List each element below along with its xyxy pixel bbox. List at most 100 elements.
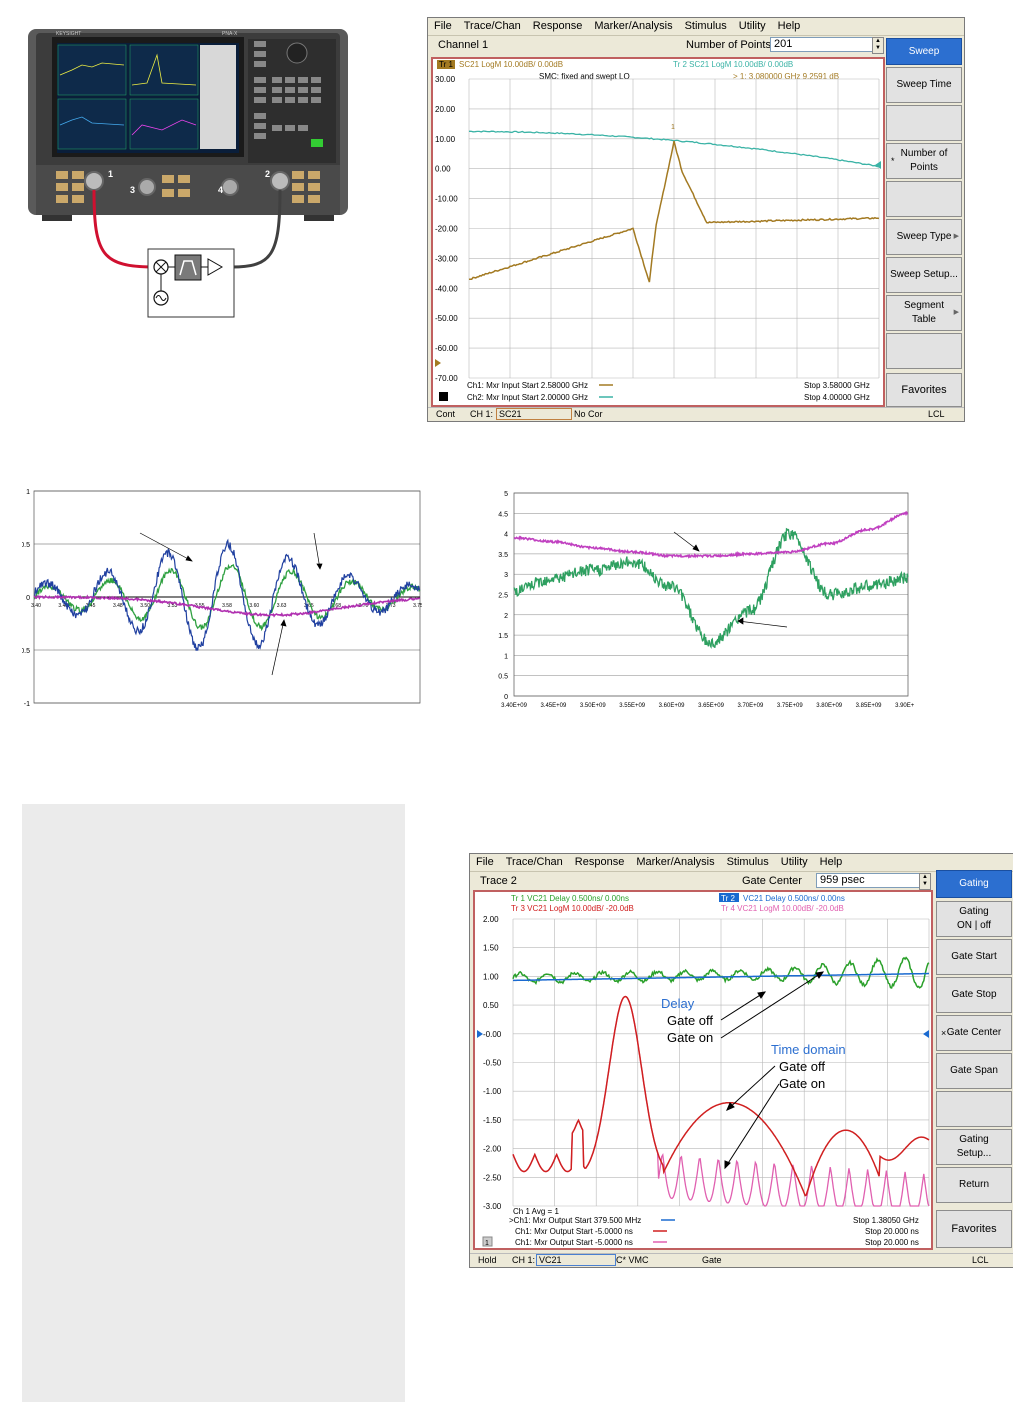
y-tick-label: -1.50 — [483, 1116, 502, 1125]
trace1-tag: Tr 1 — [439, 60, 453, 69]
softkey-sweep-type-label: Sweep Type — [896, 231, 952, 242]
menu-file[interactable]: File — [470, 854, 500, 871]
model-badge: PNA-X — [222, 31, 238, 37]
menu-trace-chan[interactable]: Trace/Chan — [500, 854, 569, 871]
gate-center-label: Gate Center — [742, 875, 802, 887]
points-input[interactable]: 201 — [770, 37, 875, 52]
x-tick-label: 3.45E+09 — [540, 703, 567, 709]
x-tick-label: 3.40E+09 — [501, 703, 528, 709]
y-tick-label: 1.5 — [498, 633, 508, 640]
status-sweep-mode: Hold — [478, 1255, 497, 1265]
menu-help[interactable]: Help — [814, 854, 849, 871]
softkey-sweep-time[interactable]: Sweep Time — [886, 67, 962, 103]
menu-file[interactable]: File — [428, 18, 458, 35]
menu-stimulus[interactable]: Stimulus — [679, 18, 733, 35]
status-correction: C* VMC — [616, 1255, 649, 1265]
softkey-blank-2[interactable] — [886, 181, 962, 217]
x-tick-label: 3.55E+09 — [619, 703, 646, 709]
annotation-gate-on-delay: Gate on — [667, 1030, 713, 1045]
softkey-blank-1[interactable] — [886, 105, 962, 141]
trace1-label: SC21 LogM 10.00dB/ 0.00dB — [459, 60, 563, 69]
port-2-label: 2 — [265, 169, 270, 179]
y-tick-label: -60.00 — [435, 344, 458, 353]
trace-label: Trace 2 — [480, 875, 517, 887]
menu-marker-analysis[interactable]: Marker/Analysis — [588, 18, 678, 35]
group-delay-chart: 5 4.5 4 3.5 3 2.5 2 1.5 1 0.5 0 3.40E+09 3.45E+09 3.… — [498, 491, 914, 709]
status-lcl: LCL — [928, 409, 945, 419]
softkey-gating-setup[interactable]: Gating Setup... — [936, 1129, 1012, 1165]
x-tick-label: 3.40 — [31, 603, 41, 609]
softkey-gate-start[interactable]: Gate Start — [936, 939, 1012, 975]
x-tick-label: 3.65E+09 — [698, 703, 725, 709]
marker-readout: > 1: 3.080000 GHz 9.2591 dB — [733, 72, 839, 81]
annotation-gate-on-time: Gate on — [779, 1076, 825, 1091]
trace2-tag: Tr 2 — [721, 894, 735, 903]
y-tick-label: -1 — [24, 701, 30, 708]
softkey-segment-table[interactable]: Segment Table ▶ — [886, 295, 962, 331]
gate-center-spinner[interactable]: ▲ ▼ — [919, 873, 931, 890]
filter-icon — [174, 254, 202, 281]
annotation-time-domain: Time domain — [771, 1042, 846, 1057]
softkey-gate-center-label: Gate Center — [946, 1027, 1002, 1038]
y-tick-label: -20.00 — [435, 225, 458, 234]
channel-label: Channel 1 — [438, 39, 489, 51]
menu-marker-analysis[interactable]: Marker/Analysis — [630, 854, 720, 871]
softkey-sweep[interactable]: Sweep — [886, 38, 962, 65]
legend-line-2: Ch1: Mxr Output Start -5.0000 ns — [515, 1227, 633, 1236]
y-tick-label: 1.00 — [483, 972, 499, 981]
vna-window-sweep: File Trace/Chan Response Marker/Analysis… — [427, 17, 965, 422]
y-tick-label: 1 — [26, 489, 30, 496]
annotation-gate-off-delay: Gate off — [667, 1013, 713, 1028]
y-tick-label: -0.5 — [22, 648, 30, 655]
points-spinner[interactable]: ▲ ▼ — [872, 37, 884, 54]
softkey-favorites[interactable]: Favorites — [886, 373, 962, 407]
softkey-sweep-setup[interactable]: Sweep Setup... — [886, 257, 962, 293]
instrument-photo: KEYSIGHT PNA-X 1 2 3 4 — [28, 29, 348, 318]
y-tick-label: 3.5 — [498, 552, 508, 559]
softkey-blank-3[interactable] — [886, 333, 962, 369]
legend-line-2-stop: Stop 20.000 ns — [865, 1227, 919, 1236]
gate-center-input[interactable]: 959 psec — [816, 873, 921, 888]
y-tick-label: -0.00 — [483, 1030, 502, 1039]
brand-label: KEYSIGHT — [56, 31, 81, 37]
status-correction: No Cor — [574, 409, 603, 419]
menu-help[interactable]: Help — [772, 18, 807, 35]
softkey-gating-on-off[interactable]: Gating ON | off — [936, 901, 1012, 937]
softkey-gate-stop[interactable]: Gate Stop — [936, 977, 1012, 1013]
y-tick-label: 0.5 — [498, 674, 508, 681]
y-tick-label: 0.5 — [22, 542, 30, 549]
y-tick-label: 0 — [504, 694, 508, 701]
x-tick-label: 3.48 — [113, 603, 123, 609]
softkey-number-of-points[interactable]: * Number of Points — [886, 143, 962, 179]
menu-stimulus[interactable]: Stimulus — [721, 854, 775, 871]
y-tick-label: 10.00 — [435, 135, 456, 144]
menu-response[interactable]: Response — [527, 18, 589, 35]
softkey-segment-table-label: Segment Table — [903, 300, 945, 325]
x-tick-label: 3.80E+09 — [816, 703, 843, 709]
softkey-gate-span[interactable]: Gate Span — [936, 1053, 1012, 1089]
trace2-label: Tr 2 SC21 LogM 10.00dB/ 0.00dB — [673, 60, 793, 69]
sidebar-panel — [22, 804, 405, 1402]
legend-line-1: >Ch1: Mxr Output Start 379.500 MHz — [509, 1216, 641, 1225]
status-gate: Gate — [702, 1255, 722, 1265]
softkey-blank[interactable] — [936, 1091, 1012, 1127]
menu-trace-chan[interactable]: Trace/Chan — [458, 18, 527, 35]
plot-area: Tr 1 VC21 Delay 0.500ns/ 0.00ns Tr 2 VC2… — [473, 890, 933, 1250]
menu-response[interactable]: Response — [569, 854, 631, 871]
ref-arrow-right — [875, 161, 881, 169]
y-tick-label: 2 — [504, 613, 508, 620]
marker-1-label: 1 — [671, 124, 675, 131]
menu-utility[interactable]: Utility — [775, 854, 814, 871]
status-sweep-mode: Cont — [436, 409, 456, 419]
softkey-return[interactable]: Return — [936, 1167, 1012, 1203]
softkey-favorites[interactable]: Favorites — [936, 1210, 1012, 1248]
menu-bar: File Trace/Chan Response Marker/Analysis… — [428, 18, 964, 36]
softkey-sweep-type[interactable]: Sweep Type ▶ — [886, 219, 962, 255]
softkey-gating[interactable]: Gating — [936, 870, 1012, 898]
average-readout: Ch 1 Avg = 1 — [513, 1207, 559, 1216]
menu-utility[interactable]: Utility — [733, 18, 772, 35]
x-tick-label: 3.58 — [222, 603, 232, 609]
softkey-gate-center[interactable]: × Gate Center — [936, 1015, 1012, 1051]
status-channel: CH 1: — [512, 1255, 536, 1265]
menu-bar: File Trace/Chan Response Marker/Analysis… — [470, 854, 1013, 872]
